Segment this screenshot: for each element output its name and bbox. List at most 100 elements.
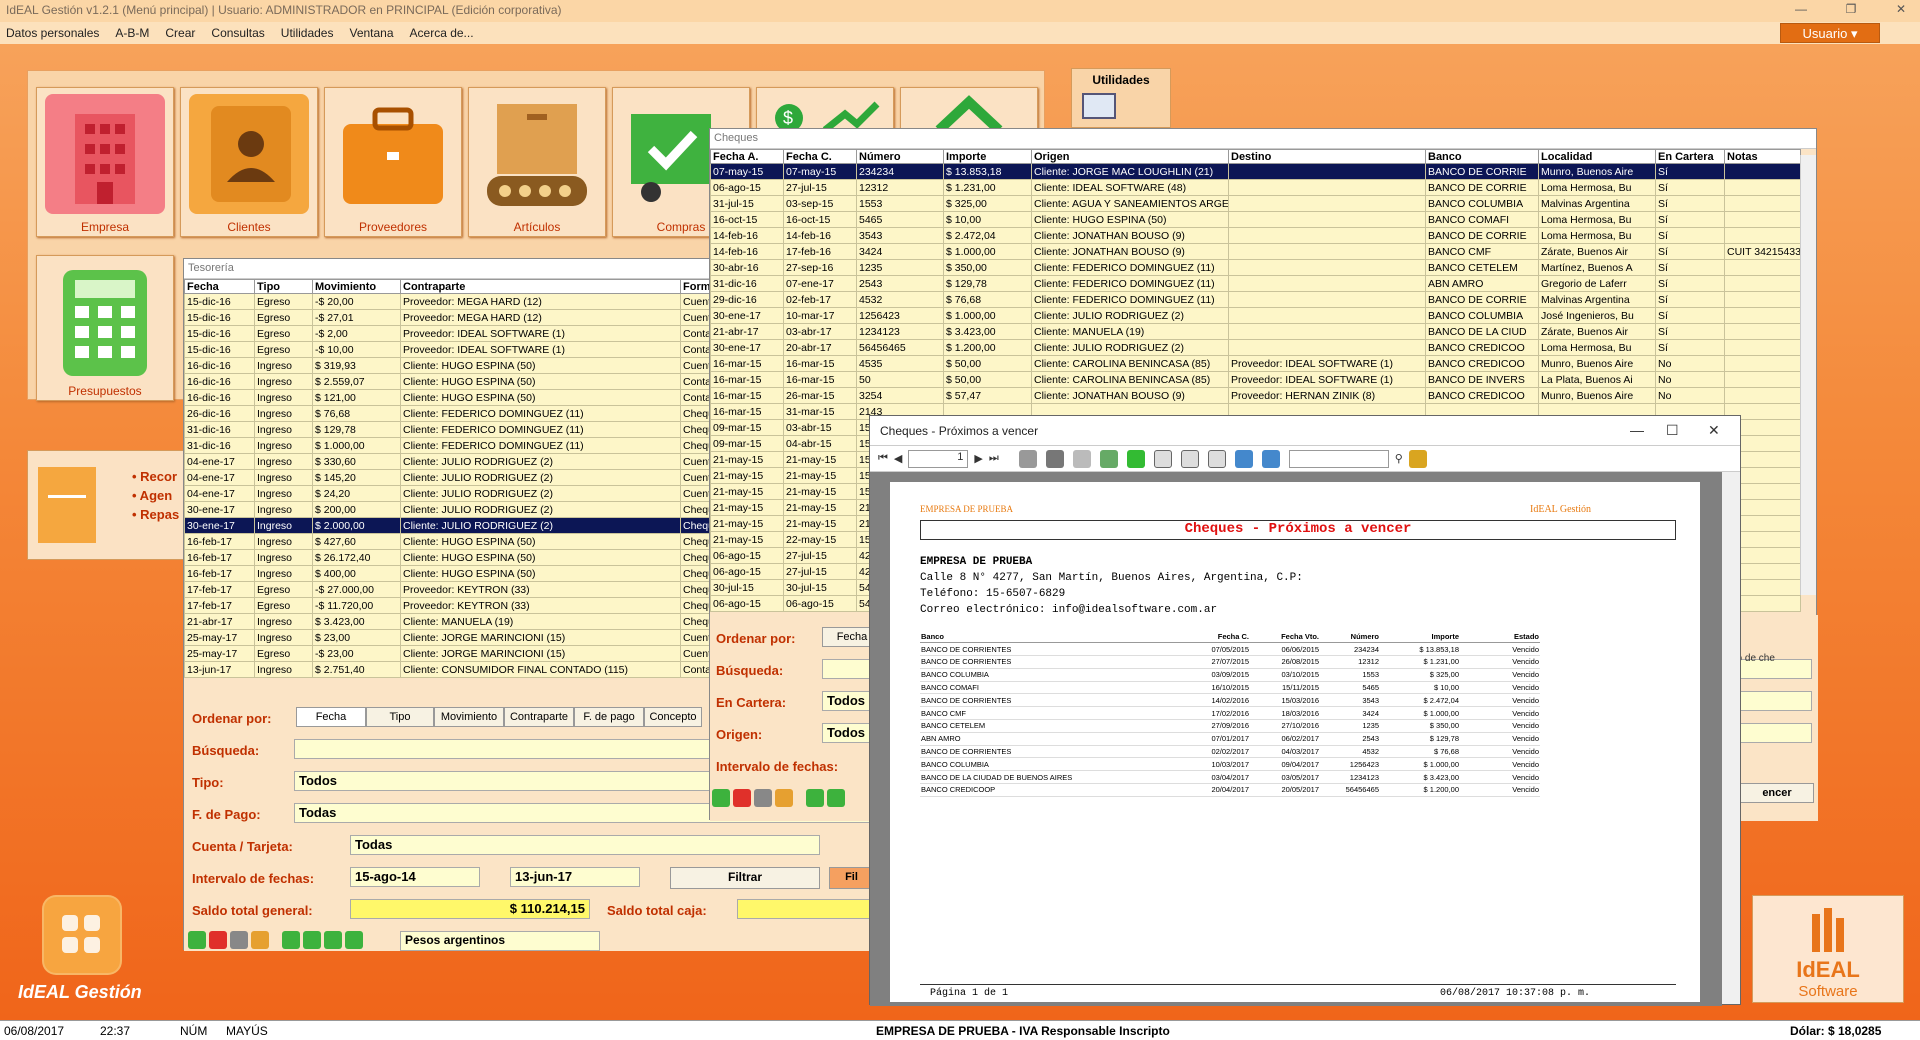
table-row[interactable]: 31-jul-15 03-sep-15 1553 $ 325,00 Cliente: A… [710,195,1801,212]
table-row[interactable]: 16-feb-17 Ingreso $ 427,60 Cliente: HUGO ES… [184,533,725,550]
report-scrollbar[interactable] [1722,472,1740,1004]
table-row[interactable]: 04-ene-17 Ingreso $ 24,20 Cliente: JULIO RO… [184,485,725,502]
tile-clientes[interactable]: Clientes [180,87,318,237]
order-tab-tipo[interactable]: Tipo [366,707,434,727]
fecha-desde-input[interactable]: 15-ago-14 [350,867,480,887]
table-row[interactable]: 30-abr-16 27-sep-16 1235 $ 350,00 Cliente: F… [710,259,1801,276]
order-tab-fpago[interactable]: F. de pago [574,707,644,727]
table-row[interactable]: 15-dic-16 Egreso -$ 10,00 Proveedor: IDEAL … [184,341,725,358]
restore-icon[interactable]: ❐ [1836,2,1866,16]
filtrar-button[interactable]: Filtrar [670,867,820,889]
table-row[interactable]: 13-jun-17 Ingreso $ 2.751,40 Cliente: CONSU… [184,661,725,678]
table-row[interactable]: 16-mar-15 26-mar-15 3254 $ 57,47 Cliente: JO… [710,387,1801,404]
col-header[interactable]: Notas [1724,149,1801,164]
moneda-select[interactable]: Pesos argentinos [400,931,600,951]
menu-ventana[interactable]: Ventana [349,26,393,40]
minimize-icon[interactable]: — [1786,2,1816,16]
first-icon[interactable] [806,789,824,807]
table-row[interactable]: 31-dic-16 07-ene-17 2543 $ 129,78 Cliente: F… [710,275,1801,292]
tile-articulos[interactable]: Artículos [468,87,606,237]
col-header[interactable]: Movimiento [312,279,401,294]
fecha-hasta-input[interactable]: 13-jun-17 [510,867,640,887]
delete-icon[interactable] [733,789,751,807]
table-row[interactable]: 25-may-17 Egreso -$ 23,00 Cliente: JORGE MA… [184,645,725,662]
table-row[interactable]: 16-dic-16 Ingreso $ 2.559,07 Cliente: HUGO … [184,373,725,390]
menu-crear[interactable]: Crear [165,26,195,40]
zoom-out-icon[interactable] [1234,449,1253,468]
prev-page-icon[interactable]: ◀ [894,452,902,465]
table-row[interactable]: 15-dic-16 Egreso -$ 2,00 Proveedor: IDEAL S… [184,325,725,342]
exit-icon[interactable] [1408,449,1427,468]
print-icon[interactable] [230,931,248,949]
table-row[interactable]: 16-feb-17 Ingreso $ 26.172,40 Cliente: HUGO… [184,549,725,566]
binoculars-icon[interactable]: ⚲ [1395,452,1403,465]
utilities-panel[interactable]: Utilidades [1071,68,1171,128]
reminder-item[interactable]: • Recor [132,467,179,486]
table-row[interactable]: 30-ene-17 Ingreso $ 2.000,00 Cliente: JULIO… [184,517,725,534]
last-icon[interactable] [345,931,363,949]
table-row[interactable]: 31-dic-16 Ingreso $ 129,78 Cliente: FEDERIC… [184,421,725,438]
next-icon[interactable] [324,931,342,949]
col-header[interactable]: Fecha A. [710,149,784,164]
add-icon[interactable] [712,789,730,807]
table-row[interactable]: 25-may-17 Ingreso $ 23,00 Cliente: JORGE MA… [184,629,725,646]
col-header[interactable]: Tipo [254,279,313,294]
col-header[interactable]: Importe [943,149,1032,164]
export-icon[interactable] [775,789,793,807]
table-row[interactable]: 29-dic-16 02-feb-17 4532 $ 76,68 Cliente: FE… [710,291,1801,308]
col-header[interactable]: Origen [1031,149,1229,164]
page-number-input[interactable]: 1 [908,449,969,468]
table-row[interactable]: 14-feb-16 17-feb-16 3424 $ 1.000,00 Cliente:… [710,243,1801,260]
col-header[interactable]: Fecha [184,279,255,294]
print-icon[interactable] [754,789,772,807]
prev-icon[interactable] [303,931,321,949]
menu-datos-personales[interactable]: Datos personales [6,26,99,40]
page-single-icon[interactable] [1153,449,1172,468]
table-row[interactable]: 31-dic-16 Ingreso $ 1.000,00 Cliente: FEDER… [184,437,725,454]
table-row[interactable]: 07-may-15 07-may-15 234234 $ 13.853,18 Clien… [710,163,1801,180]
col-header[interactable]: Número [856,149,944,164]
reminder-item[interactable]: • Agen [132,486,179,505]
order-tab-contraparte[interactable]: Contraparte [504,707,574,727]
page-full-icon[interactable] [1207,449,1226,468]
zoom-in-icon[interactable] [1261,449,1280,468]
table-row[interactable]: 30-ene-17 10-mar-17 1256423 $ 1.000,00 Clien… [710,307,1801,324]
order-tab-concepto[interactable]: Concepto [644,707,702,727]
table-row[interactable]: 16-mar-15 16-mar-15 50 $ 50,00 Cliente: CARO… [710,371,1801,388]
page-width-icon[interactable] [1180,449,1199,468]
table-row[interactable]: 04-ene-17 Ingreso $ 145,20 Cliente: JULIO R… [184,469,725,486]
table-row[interactable]: 16-oct-15 16-oct-15 5465 $ 10,00 Cliente: HU… [710,211,1801,228]
report-maximize-icon[interactable]: ☐ [1666,422,1679,439]
col-header[interactable]: Banco [1425,149,1539,164]
table-row[interactable]: 26-dic-16 Ingreso $ 76,68 Cliente: FEDERICO… [184,405,725,422]
filtrar-2-button[interactable]: Fil [829,867,874,889]
report-close-icon[interactable]: ✕ [1708,422,1720,439]
table-row[interactable]: 16-dic-16 Ingreso $ 121,00 Cliente: HUGO ES… [184,389,725,406]
table-row[interactable]: 21-abr-17 Ingreso $ 3.423,00 Cliente: MANUE… [184,613,725,630]
menu-abm[interactable]: A-B-M [115,26,149,40]
table-row[interactable]: 21-abr-17 03-abr-17 1234123 $ 3.423,00 Clien… [710,323,1801,340]
delete-icon[interactable] [209,931,227,949]
proximos-vencer-button[interactable]: encer [1740,783,1814,803]
cuenta-select[interactable]: Todas [350,835,820,855]
order-tab-fecha[interactable]: Fecha [296,707,366,727]
save-icon[interactable] [1045,449,1064,468]
table-row[interactable]: 30-ene-17 20-abr-17 56456465 $ 1.200,00 Clie… [710,339,1801,356]
copy-icon[interactable] [1072,449,1091,468]
table-row[interactable]: 17-feb-17 Egreso -$ 11.720,00 Proveedor: KE… [184,597,725,614]
col-header[interactable]: Destino [1228,149,1426,164]
cheques-scrollbar[interactable] [1800,155,1816,595]
col-header[interactable]: En Cartera [1655,149,1725,164]
refresh-icon[interactable] [1126,449,1145,468]
add-icon[interactable] [188,931,206,949]
table-row[interactable]: 16-feb-17 Ingreso $ 400,00 Cliente: HUGO ES… [184,565,725,582]
table-row[interactable]: 14-feb-16 14-feb-16 3543 $ 2.472,04 Cliente:… [710,227,1801,244]
col-header[interactable]: Fecha C. [783,149,857,164]
order-tab-movimiento[interactable]: Movimiento [434,707,504,727]
col-header[interactable]: Localidad [1538,149,1656,164]
col-header[interactable]: Contraparte [400,279,681,294]
tile-presupuestos[interactable]: Presupuestos [36,255,174,401]
table-row[interactable]: 16-dic-16 Ingreso $ 319,93 Cliente: HUGO ES… [184,357,725,374]
table-row[interactable]: 15-dic-16 Egreso -$ 20,00 Proveedor: MEGA H… [184,293,725,310]
first-page-icon[interactable]: ⏮ [878,452,888,465]
